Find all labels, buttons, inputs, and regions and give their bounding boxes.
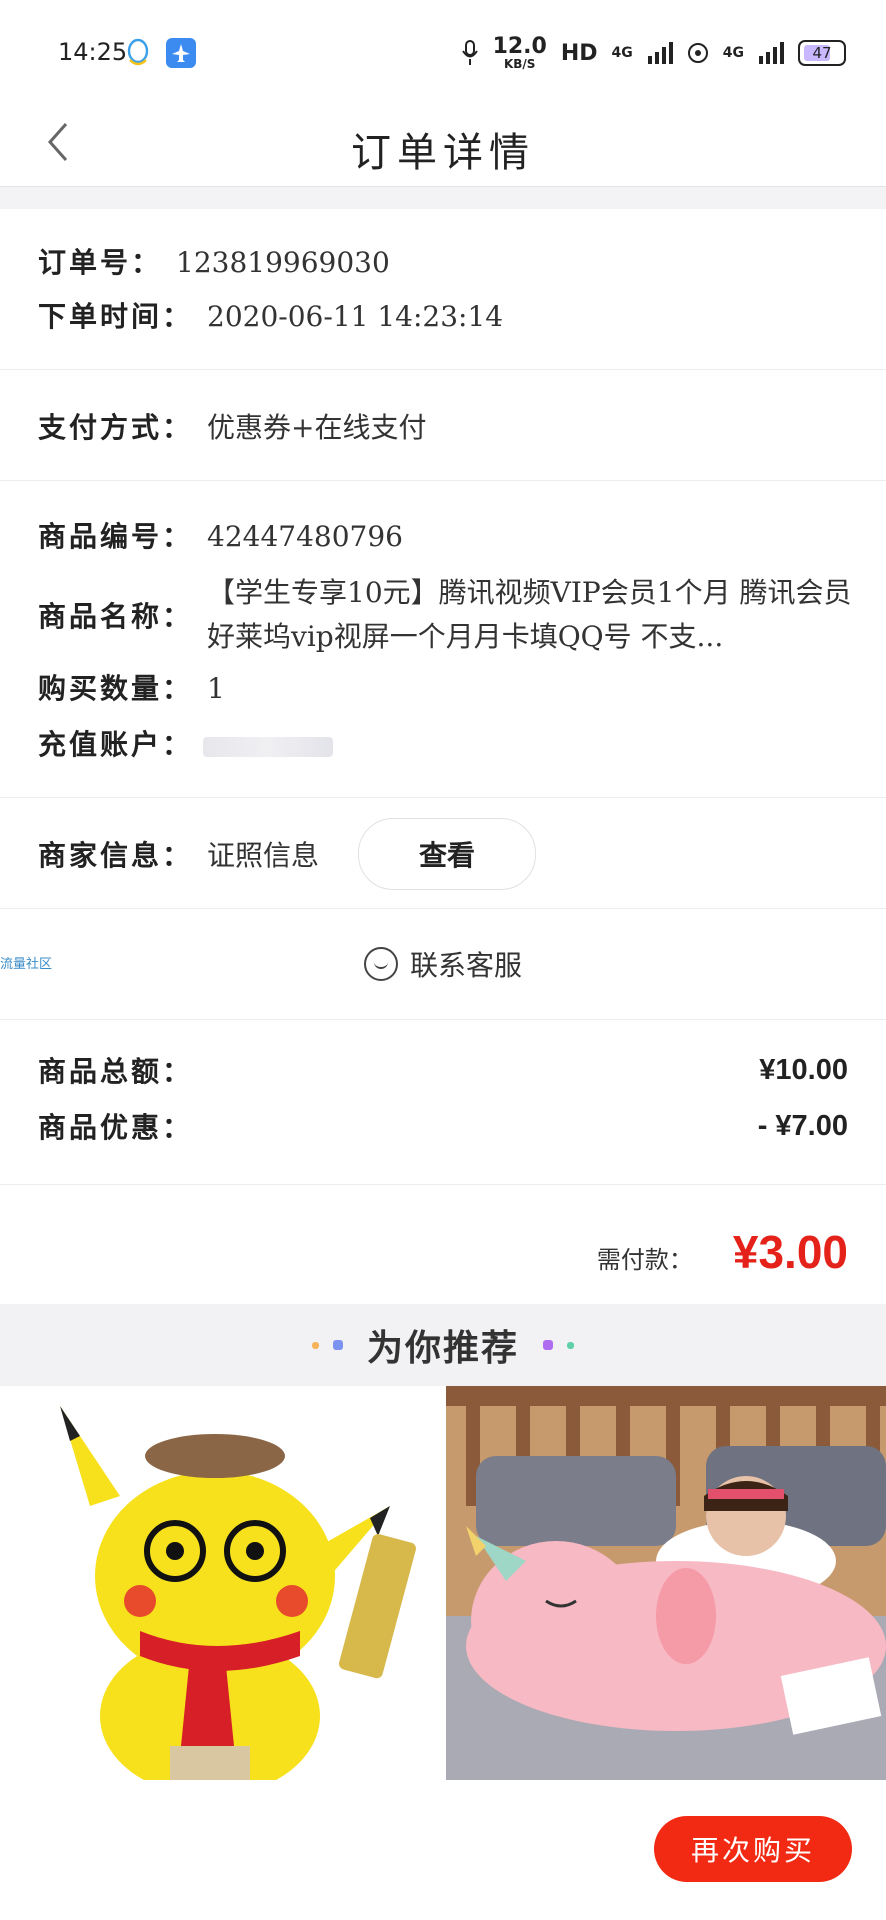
decor-dot [311, 1341, 319, 1349]
recommend-grid [0, 1386, 886, 1780]
due-label: 需付款： [596, 1246, 693, 1274]
discount-amount: - ¥7.00 [757, 1109, 848, 1142]
order-info-section: 订单号： 123819969030 下单时间： 2020-06-11 14:23:1… [0, 209, 886, 370]
section-gap [0, 187, 886, 209]
product-code-row: 商品编号： 42447480796 [38, 515, 403, 555]
signal-bars-2-icon [759, 42, 784, 64]
signal-bars-icon [647, 42, 673, 64]
decor-dot [332, 1340, 343, 1350]
battery-icon: 47 [798, 40, 846, 66]
order-number-label: 订单号： [38, 246, 163, 279]
signal-4g-1: 4G [611, 45, 633, 61]
payment-method-value: 优惠券+在线支付 [207, 411, 427, 444]
due-section: 需付款： ¥3.00 [0, 1185, 886, 1303]
total-label: 商品总额： [38, 1055, 194, 1088]
total-amount: ¥10.00 [759, 1053, 848, 1086]
discount-row: 商品优惠： - ¥7.00 [38, 1106, 848, 1146]
amount-section: 商品总额： ¥10.00 商品优惠： - ¥7.00 [0, 1020, 886, 1185]
product-code-label: 商品编号： [38, 520, 194, 553]
order-number-value: 123819969030 [176, 246, 390, 279]
merchant-info-row: 商家信息： 证照信息 [38, 834, 319, 874]
product-code-value: 42447480796 [207, 520, 403, 553]
order-number-row: 订单号： 123819969030 [38, 241, 390, 281]
due-row: 需付款： ¥3.00 [597, 1225, 848, 1279]
status-bar: 14:25 12.0 KB/S HD 4G 4G 47 [0, 0, 886, 100]
decor-dot [567, 1341, 574, 1349]
contact-service-label: 联系客服 [409, 949, 522, 982]
view-license-button[interactable]: 查看 [358, 818, 536, 890]
recommend-title: 为你推荐 [366, 1328, 519, 1369]
buy-again-button[interactable]: 再次购买 [654, 1816, 852, 1882]
product-name-row: 商品名称： 【学生专享10元】腾讯视频VIP会员1个月 腾讯会员好莱坞vip视屏一… [38, 571, 857, 659]
signal-4g-2: 4G [722, 45, 744, 61]
hotspot-icon [687, 43, 708, 63]
watermark-text: 流量社区 [0, 957, 53, 972]
purchase-quantity-label: 购买数量： [38, 672, 194, 705]
qq-icon [127, 38, 149, 66]
recharge-account-row: 充值账户： [38, 723, 334, 763]
merchant-section: 商家信息： 证照信息 查看 [0, 798, 886, 909]
product-name-label: 商品名称： [38, 600, 194, 633]
contact-section: 流量社区 联系客服 [0, 909, 886, 1020]
product-section: 商品编号： 42447480796 商品名称： 【学生专享10元】腾讯视频VIP会员… [0, 481, 886, 798]
recharge-account-blurred [203, 736, 334, 757]
payment-method-label: 支付方式： [38, 411, 194, 444]
hd-indicator: HD [560, 40, 598, 66]
network-speed: 12.0 KB/S [492, 34, 547, 71]
merchant-info-value: 证照信息 [207, 839, 320, 872]
airplane-app-icon [166, 38, 196, 68]
status-time: 14:25 [58, 38, 128, 66]
due-amount: ¥3.00 [732, 1226, 848, 1278]
order-time-label: 下单时间： [38, 300, 194, 333]
page-title: 订单详情 [351, 130, 535, 176]
product-name-value: 【学生专享10元】腾讯视频VIP会员1个月 腾讯会员好莱坞vip视屏一个月月卡填… [207, 576, 852, 653]
recommend-header: 为你推荐 [0, 1304, 886, 1386]
recommend-item-pikachu[interactable] [0, 1386, 440, 1780]
decor-dot [543, 1340, 553, 1350]
payment-section: 支付方式： 优惠券+在线支付 [0, 370, 886, 481]
purchase-quantity-row: 购买数量： 1 [38, 667, 225, 707]
purchase-quantity-value: 1 [207, 672, 225, 705]
merchant-info-label: 商家信息： [38, 839, 194, 872]
pikachu-plush-image [0, 1386, 440, 1780]
discount-label: 商品优惠： [38, 1111, 194, 1144]
status-right: 12.0 KB/S HD 4G 4G 47 [461, 36, 846, 70]
payment-method-row: 支付方式： 优惠券+在线支付 [38, 406, 426, 446]
order-time-row: 下单时间： 2020-06-11 14:23:14 [38, 295, 503, 335]
recommend-item-unicorn[interactable] [446, 1386, 886, 1780]
chat-smile-icon [363, 947, 398, 981]
order-time-value: 2020-06-11 14:23:14 [207, 300, 504, 333]
total-row: 商品总额： ¥10.00 [38, 1050, 848, 1090]
contact-service-button[interactable]: 联系客服 [0, 909, 886, 1019]
unicorn-plush-image [446, 1386, 886, 1780]
microphone-icon [461, 40, 478, 65]
nav-bar: 订单详情 [0, 100, 886, 187]
recharge-account-label: 充值账户： [38, 728, 194, 761]
